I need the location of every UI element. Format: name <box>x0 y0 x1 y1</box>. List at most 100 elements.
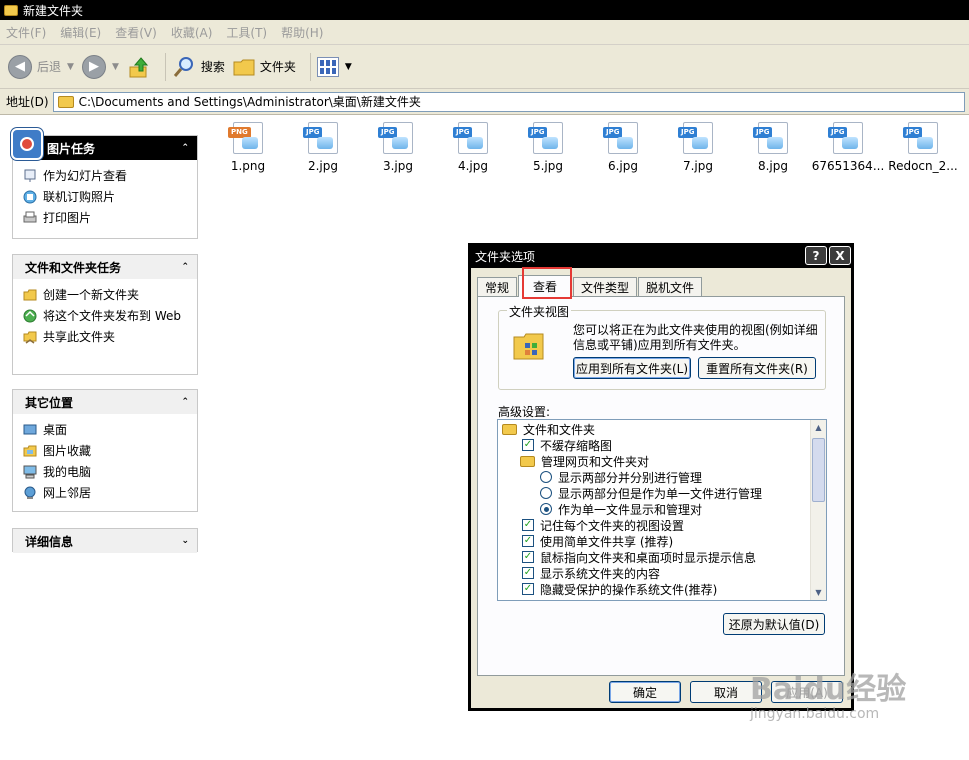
forward-button[interactable]: ▶ ▼ <box>81 54 119 79</box>
file-item[interactable]: JPG 3.jpg <box>361 122 435 173</box>
print-icon <box>23 211 37 223</box>
menu-tools[interactable]: 工具(T) <box>226 24 267 41</box>
menu-favorites[interactable]: 收藏(A) <box>171 24 213 41</box>
setting-show-as-single-file[interactable]: 作为单一文件显示和管理对 <box>540 501 702 517</box>
address-bar: 地址(D) C:\Documents and Settings\Administ… <box>0 89 969 115</box>
tab-offline-files[interactable]: 脱机文件 <box>638 277 703 297</box>
menu-file[interactable]: 文件(F) <box>6 24 46 41</box>
checkbox-checked-icon[interactable]: ✓ <box>522 567 534 579</box>
file-item[interactable]: JPG Redocn_2... <box>886 122 960 173</box>
place-label: 桌面 <box>43 423 68 437</box>
scroll-up-icon[interactable]: ▲ <box>811 420 826 435</box>
collapse-icon[interactable]: ⌃ <box>181 262 189 272</box>
address-label: 地址(D) <box>6 95 49 109</box>
place-my-pictures[interactable]: 图片收藏 <box>23 443 187 459</box>
file-name: Redocn_2... <box>888 159 958 173</box>
file-item[interactable]: JPG 6.jpg <box>586 122 660 173</box>
reset-all-folders-button[interactable]: 重置所有文件夹(R) <box>698 357 816 379</box>
setting-hide-protected-os-files[interactable]: ✓ 隐藏受保护的操作系统文件(推荐) <box>522 581 717 597</box>
task-share-folder[interactable]: 共享此文件夹 <box>23 329 187 345</box>
search-button[interactable]: 搜索 <box>172 55 225 79</box>
scroll-thumb[interactable] <box>812 438 825 502</box>
file-name: 8.jpg <box>757 159 789 173</box>
folders-button[interactable]: 文件夹 <box>233 58 296 76</box>
back-dropdown-icon[interactable]: ▼ <box>67 62 74 72</box>
task-new-folder[interactable]: 创建一个新文件夹 <box>23 287 187 303</box>
png-file-icon: PNG <box>228 122 263 154</box>
checkbox-checked-icon[interactable]: ✓ <box>522 583 534 595</box>
checkbox-checked-icon[interactable]: ✓ <box>522 519 534 531</box>
apply-to-all-folders-button[interactable]: 应用到所有文件夹(L) <box>573 357 691 379</box>
jpg-file-icon: JPG <box>903 122 938 154</box>
task-slideshow[interactable]: 作为幻灯片查看 <box>23 168 187 184</box>
place-desktop[interactable]: 桌面 <box>23 422 187 438</box>
expand-icon[interactable]: ⌄ <box>181 536 189 546</box>
menu-view[interactable]: 查看(V) <box>115 24 157 41</box>
setting-do-not-cache-thumbnails[interactable]: ✓ 不缓存缩略图 <box>522 437 612 453</box>
advanced-settings-label: 高级设置: <box>498 405 551 419</box>
radio-unselected-icon[interactable] <box>540 471 552 483</box>
task-label: 将这个文件夹发布到 Web <box>43 309 181 323</box>
forward-dropdown-icon[interactable]: ▼ <box>112 62 119 72</box>
settings-scrollbar[interactable]: ▲ ▼ <box>810 420 826 600</box>
setting-remember-view[interactable]: ✓ 记住每个文件夹的视图设置 <box>522 517 684 533</box>
menu-edit[interactable]: 编辑(E) <box>60 24 101 41</box>
views-dropdown-icon[interactable]: ▼ <box>345 62 352 72</box>
task-label: 作为幻灯片查看 <box>43 169 128 183</box>
my-computer-icon <box>23 465 37 479</box>
other-places-header[interactable]: 其它位置 ⌃ <box>13 390 197 414</box>
file-item[interactable]: JPG 2.jpg <box>286 122 360 173</box>
jpg-file-icon: JPG <box>678 122 713 154</box>
place-label: 网上邻居 <box>43 486 92 500</box>
views-button[interactable]: ▼ <box>316 56 352 77</box>
setting-show-both-as-single[interactable]: 显示两部分但是作为单一文件进行管理 <box>540 485 762 501</box>
setting-show-popup-info[interactable]: ✓ 鼠标指向文件夹和桌面项时显示提示信息 <box>522 549 756 565</box>
checkbox-checked-icon[interactable]: ✓ <box>522 535 534 547</box>
file-item[interactable]: JPG 67651364... <box>811 122 885 173</box>
radio-unselected-icon[interactable] <box>540 487 552 499</box>
file-item[interactable]: JPG 5.jpg <box>511 122 585 173</box>
file-item[interactable]: PNG 1.png <box>211 122 285 173</box>
other-places-pane: 其它位置 ⌃ 桌面 图片收藏 我的电脑 网上邻居 <box>12 389 198 512</box>
watermark-sub: jingyan.baidu.com <box>750 706 880 722</box>
task-order-prints[interactable]: 联机订购照片 <box>23 189 187 205</box>
ok-button[interactable]: 确定 <box>609 681 681 703</box>
details-header[interactable]: 详细信息 ⌄ <box>13 529 197 553</box>
watermark-main: Baidu经验 <box>750 672 907 707</box>
tab-general[interactable]: 常规 <box>477 277 518 297</box>
radio-selected-icon[interactable] <box>540 503 552 515</box>
place-label: 图片收藏 <box>43 444 92 458</box>
place-network[interactable]: 网上邻居 <box>23 485 187 501</box>
checkbox-checked-icon[interactable]: ✓ <box>522 551 534 563</box>
setting-simple-file-sharing[interactable]: ✓ 使用简单文件共享 (推荐) <box>522 533 673 549</box>
folder-icon <box>4 4 18 16</box>
menu-help[interactable]: 帮助(H) <box>281 24 323 41</box>
setting-show-both-separately[interactable]: 显示两部分并分别进行管理 <box>540 469 702 485</box>
help-button[interactable]: ? <box>805 246 827 265</box>
file-tasks-header[interactable]: 文件和文件夹任务 ⌃ <box>13 255 197 279</box>
file-item[interactable]: JPG 7.jpg <box>661 122 735 173</box>
scroll-down-icon[interactable]: ▼ <box>811 585 826 600</box>
other-places-title: 其它位置 <box>25 395 74 410</box>
restore-defaults-button[interactable]: 还原为默认值(D) <box>723 613 825 635</box>
task-label: 创建一个新文件夹 <box>43 288 140 302</box>
collapse-icon[interactable]: ⌃ <box>181 143 189 153</box>
task-print[interactable]: 打印图片 <box>23 210 187 226</box>
tab-file-types[interactable]: 文件类型 <box>573 277 638 297</box>
file-item[interactable]: JPG 8.jpg <box>736 122 810 173</box>
setting-show-system-folder-contents[interactable]: ✓ 显示系统文件夹的内容 <box>522 565 660 581</box>
close-button[interactable]: X <box>829 246 851 265</box>
jpg-file-icon: JPG <box>603 122 638 154</box>
checkbox-checked-icon[interactable]: ✓ <box>522 439 534 451</box>
file-item[interactable]: JPG 4.jpg <box>436 122 510 173</box>
views-icon <box>316 56 339 77</box>
address-input[interactable]: C:\Documents and Settings\Administrator\… <box>52 91 965 112</box>
setting-folder-files-and-folders: 文件和文件夹 <box>502 421 595 437</box>
advanced-settings-list[interactable]: 文件和文件夹 ✓ 不缓存缩略图 管理网页和文件夹对 显示两部分并分别进行管理 显… <box>497 419 827 601</box>
up-folder-button[interactable] <box>127 55 151 79</box>
back-button[interactable]: ◀ 后退 ▼ <box>8 54 74 79</box>
place-my-computer[interactable]: 我的电脑 <box>23 464 187 480</box>
task-publish-web[interactable]: 将这个文件夹发布到 Web <box>23 308 187 324</box>
back-label: 后退 <box>37 60 62 74</box>
collapse-icon[interactable]: ⌃ <box>181 397 189 407</box>
